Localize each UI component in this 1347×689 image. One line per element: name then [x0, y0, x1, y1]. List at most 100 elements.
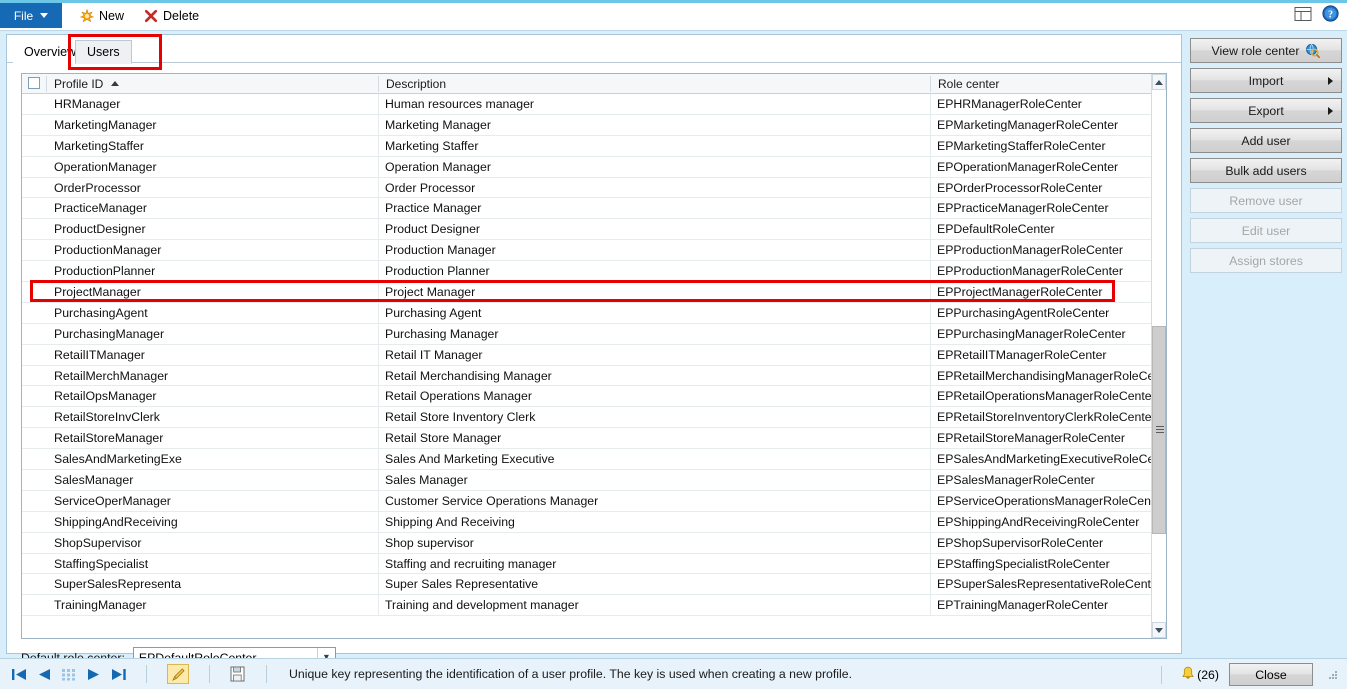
- cell-profile-id[interactable]: StaffingSpecialist: [48, 554, 378, 574]
- table-row[interactable]: ProjectManager Project Manager EPProjectMa…: [22, 282, 1166, 303]
- cell-role-center[interactable]: EPRetailStoreInventoryClerkRoleCenter: [930, 407, 1160, 428]
- row-select-cell[interactable]: [22, 428, 46, 448]
- cell-description[interactable]: Marketing Manager: [378, 114, 930, 135]
- cell-role-center[interactable]: EPProductionManagerRoleCenter: [930, 240, 1160, 261]
- table-row[interactable]: OperationManager Operation Manager EPOpera…: [22, 156, 1166, 178]
- cell-role-center[interactable]: EPDefaultRoleCenter: [930, 219, 1160, 240]
- cell-role-center[interactable]: EPStaffingSpecialistRoleCenter: [930, 553, 1160, 574]
- table-row[interactable]: SalesAndMarketingExe Sales And Marketing …: [22, 449, 1166, 471]
- cell-role-center[interactable]: EPSalesAndMarketingExecutiveRoleCenter: [930, 449, 1160, 470]
- column-header-profile-id[interactable]: Profile ID: [48, 74, 378, 93]
- cell-profile-id[interactable]: ServiceOperManager: [48, 491, 378, 511]
- table-row[interactable]: PracticeManager Practice Manager EPPractic…: [22, 198, 1166, 220]
- table-row[interactable]: PurchasingManager Purchasing Manager EPPur…: [22, 323, 1166, 345]
- cell-description[interactable]: Human resources manager: [378, 94, 930, 114]
- row-select-cell[interactable]: [22, 157, 46, 177]
- cell-description[interactable]: Purchasing Manager: [378, 323, 930, 344]
- action-button-import[interactable]: Import: [1190, 68, 1342, 93]
- cell-description[interactable]: Sales Manager: [378, 470, 930, 491]
- cell-role-center[interactable]: EPShippingAndReceivingRoleCenter: [930, 511, 1160, 532]
- row-select-cell[interactable]: [22, 491, 46, 511]
- cell-role-center[interactable]: EPPurchasingAgentRoleCenter: [930, 302, 1160, 323]
- new-button[interactable]: New: [74, 4, 130, 27]
- close-button[interactable]: Close: [1229, 663, 1313, 686]
- next-record-icon[interactable]: [87, 668, 100, 681]
- table-row[interactable]: OrderProcessor Order Processor EPOrderProc…: [22, 177, 1166, 199]
- cell-profile-id[interactable]: RetailStoreInvClerk: [48, 407, 378, 427]
- cell-profile-id[interactable]: RetailStoreManager: [48, 428, 378, 448]
- scroll-up-button[interactable]: [1152, 74, 1166, 90]
- cell-profile-id[interactable]: OperationManager: [48, 157, 378, 177]
- table-row[interactable]: RetailStoreInvClerk Retail Store Inventor…: [22, 407, 1166, 429]
- table-row[interactable]: ShopSupervisor Shop supervisor EPShopSuper…: [22, 532, 1166, 554]
- cell-description[interactable]: Shop supervisor: [378, 532, 930, 553]
- table-row[interactable]: RetailITManager Retail IT Manager EPRetail…: [22, 344, 1166, 366]
- row-select-cell[interactable]: [22, 554, 46, 574]
- row-select-cell[interactable]: [22, 324, 46, 344]
- table-row[interactable]: TrainingManager Training and development …: [22, 595, 1166, 617]
- cell-role-center[interactable]: EPShopSupervisorRoleCenter: [930, 532, 1160, 553]
- notifications-indicator[interactable]: (26): [1181, 666, 1219, 684]
- row-select-cell[interactable]: [22, 178, 46, 198]
- table-row[interactable]: MarketingStaffer Marketing Staffer EPMarke…: [22, 135, 1166, 157]
- cell-description[interactable]: Product Designer: [378, 219, 930, 240]
- row-select-cell[interactable]: [22, 449, 46, 469]
- cell-description[interactable]: Production Manager: [378, 240, 930, 261]
- cell-profile-id[interactable]: HRManager: [48, 94, 378, 114]
- table-row[interactable]: HRManager Human resources manager EPHRMana…: [22, 94, 1166, 115]
- table-row[interactable]: ProductionPlanner Production Planner EPPro…: [22, 261, 1166, 283]
- cell-role-center[interactable]: EPOrderProcessorRoleCenter: [930, 177, 1160, 198]
- cell-profile-id[interactable]: RetailITManager: [48, 345, 378, 365]
- cell-profile-id[interactable]: PurchasingAgent: [48, 303, 378, 323]
- row-select-cell[interactable]: [22, 512, 46, 532]
- cell-description[interactable]: Project Manager: [378, 282, 930, 303]
- cell-description[interactable]: Practice Manager: [378, 198, 930, 219]
- row-select-cell[interactable]: [22, 115, 46, 135]
- table-row[interactable]: RetailStoreManager Retail Store Manager EP…: [22, 428, 1166, 450]
- cell-description[interactable]: Retail Merchandising Manager: [378, 365, 930, 386]
- cell-role-center[interactable]: EPPurchasingManagerRoleCenter: [930, 323, 1160, 344]
- cell-profile-id[interactable]: ShippingAndReceiving: [48, 512, 378, 532]
- table-row[interactable]: StaffingSpecialist Staffing and recruitin…: [22, 553, 1166, 575]
- row-select-cell[interactable]: [22, 219, 46, 239]
- cell-description[interactable]: Purchasing Agent: [378, 302, 930, 323]
- cell-role-center[interactable]: EPRetailITManagerRoleCenter: [930, 344, 1160, 365]
- cell-description[interactable]: Marketing Staffer: [378, 135, 930, 156]
- tab-users[interactable]: Users: [75, 40, 132, 64]
- table-row[interactable]: ProductDesigner Product Designer EPDefault…: [22, 219, 1166, 241]
- edit-icon[interactable]: [167, 664, 189, 684]
- action-button-bulk-add-users[interactable]: Bulk add users: [1190, 158, 1342, 183]
- row-select-cell[interactable]: [22, 94, 46, 114]
- cell-profile-id[interactable]: ProductDesigner: [48, 219, 378, 239]
- cell-description[interactable]: Production Planner: [378, 261, 930, 282]
- table-row[interactable]: PurchasingAgent Purchasing Agent EPPurchas…: [22, 302, 1166, 324]
- row-select-cell[interactable]: [22, 574, 46, 594]
- cell-role-center[interactable]: EPProjectManagerRoleCenter: [930, 282, 1160, 303]
- cell-role-center[interactable]: EPOperationManagerRoleCenter: [930, 156, 1160, 177]
- column-header-role-center[interactable]: Role center: [932, 74, 1147, 93]
- cell-profile-id[interactable]: SalesAndMarketingExe: [48, 449, 378, 469]
- row-select-cell[interactable]: [22, 533, 46, 553]
- save-icon[interactable]: [230, 666, 246, 683]
- row-select-cell[interactable]: [22, 407, 46, 427]
- cell-role-center[interactable]: EPServiceOperationsManagerRoleCenter: [930, 490, 1160, 511]
- column-header-description[interactable]: Description: [380, 74, 930, 93]
- cell-profile-id[interactable]: RetailMerchManager: [48, 366, 378, 386]
- row-select-cell[interactable]: [22, 282, 46, 302]
- file-menu-button[interactable]: File: [0, 3, 62, 28]
- cell-profile-id[interactable]: MarketingStaffer: [48, 136, 378, 156]
- table-row[interactable]: SuperSalesRepresenta Super Sales Represen…: [22, 574, 1166, 596]
- row-select-cell[interactable]: [22, 136, 46, 156]
- cell-description[interactable]: Operation Manager: [378, 156, 930, 177]
- row-select-cell[interactable]: [22, 366, 46, 386]
- action-button-add-user[interactable]: Add user: [1190, 128, 1342, 153]
- cell-profile-id[interactable]: OrderProcessor: [48, 178, 378, 198]
- row-select-cell[interactable]: [22, 240, 46, 260]
- table-row[interactable]: ServiceOperManager Customer Service Opera…: [22, 490, 1166, 512]
- cell-profile-id[interactable]: PracticeManager: [48, 198, 378, 218]
- cell-role-center[interactable]: EPMarketingManagerRoleCenter: [930, 114, 1160, 135]
- cell-description[interactable]: Shipping And Receiving: [378, 511, 930, 532]
- table-row[interactable]: SalesManager Sales Manager EPSalesManagerR…: [22, 470, 1166, 491]
- delete-button[interactable]: Delete: [138, 4, 205, 27]
- table-row[interactable]: MarketingManager Marketing Manager EPMarke…: [22, 114, 1166, 136]
